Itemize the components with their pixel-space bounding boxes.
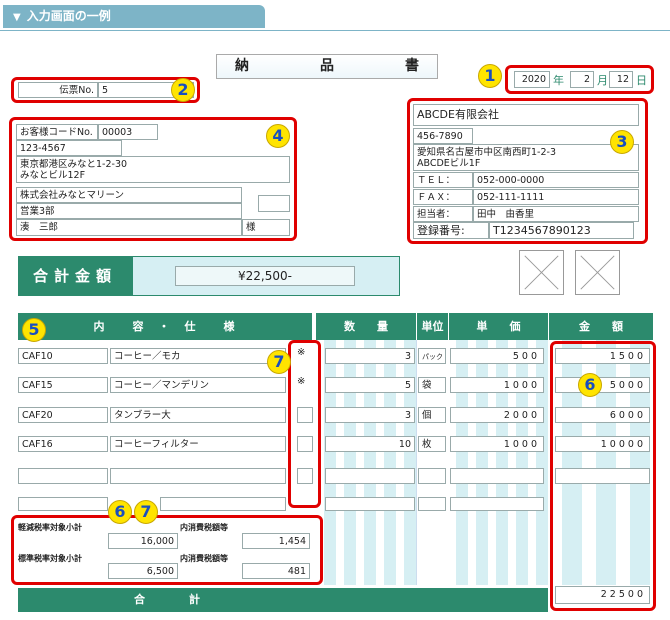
marker-7: 7 [267,350,291,374]
row1-code[interactable]: CAF10 [18,348,108,364]
row5-qty[interactable] [325,468,415,484]
triangle-down-icon: ▼ [13,12,21,23]
row6-name[interactable] [160,497,286,511]
page-title: 納 品 書 [216,54,438,79]
row2-price[interactable]: 1000 [450,377,544,393]
highlight-mark-column [288,340,321,508]
total-label: 合計金額 [18,256,132,296]
row6-qty[interactable] [325,497,415,511]
grand-total-value[interactable]: 22500 [555,586,650,604]
row2-name[interactable]: コーヒー／マンデリン [110,377,286,393]
row6-unit[interactable] [418,497,446,511]
header-amount: 金 額 [549,313,653,340]
row3-name[interactable]: タンブラー大 [110,407,286,423]
highlight-amount-column [550,341,656,611]
total-input[interactable]: ¥22,500- [175,266,355,286]
row4-qty[interactable]: 10 [325,436,415,452]
row3-code[interactable]: CAF20 [18,407,108,423]
marker-1: 1 [478,64,502,88]
stamp-box-2 [575,250,620,295]
row5-price[interactable] [450,468,544,484]
marker-7b: 7 [134,500,158,524]
grand-total-label: 合 計 [18,588,316,612]
marker-2: 2 [171,78,195,102]
grand-total-bar [316,588,548,612]
stamp-box-1 [519,250,564,295]
cross-icon [524,255,559,290]
cross-icon [580,255,615,290]
row1-price[interactable]: 500 [450,348,544,364]
marker-6: 6 [578,373,602,397]
marker-6b: 6 [108,500,132,524]
row5-unit[interactable] [418,468,446,484]
header-item: 内 容 ・ 仕 様 [18,313,312,340]
highlight-date [505,65,654,94]
row4-unit[interactable]: 枚 [418,436,446,452]
header-price: 単 価 [449,313,548,340]
marker-5: 5 [22,318,46,342]
title-char-2: 品 [320,58,334,74]
row6-code[interactable] [18,497,108,511]
row4-price[interactable]: 1000 [450,436,544,452]
marker-3: 3 [610,130,634,154]
row1-qty[interactable]: 3 [325,348,415,364]
row2-unit[interactable]: 袋 [418,377,446,393]
highlight-sender [407,98,648,244]
row3-unit[interactable]: 個 [418,407,446,423]
row5-code[interactable] [18,468,108,484]
row1-unit[interactable]: パック [418,348,446,364]
header-qty: 数 量 [316,313,416,340]
header-unit: 単位 [417,313,448,340]
title-char-3: 書 [405,58,419,74]
highlight-customer [9,117,297,241]
row2-code[interactable]: CAF15 [18,377,108,393]
section-tab: ▼ 入力画面の一例 [3,5,265,28]
row3-price[interactable]: 2000 [450,407,544,423]
row4-code[interactable]: CAF16 [18,436,108,452]
highlight-tax [11,515,323,585]
row4-name[interactable]: コーヒーフィルター [110,436,286,452]
row2-qty[interactable]: 5 [325,377,415,393]
row3-qty[interactable]: 3 [325,407,415,423]
section-tab-label: 入力画面の一例 [26,9,111,23]
row6-price[interactable] [450,497,544,511]
row1-name[interactable]: コーヒー／モカ [110,348,286,364]
title-char-1: 納 [235,58,249,74]
marker-4: 4 [266,124,290,148]
row5-name[interactable] [110,468,286,484]
